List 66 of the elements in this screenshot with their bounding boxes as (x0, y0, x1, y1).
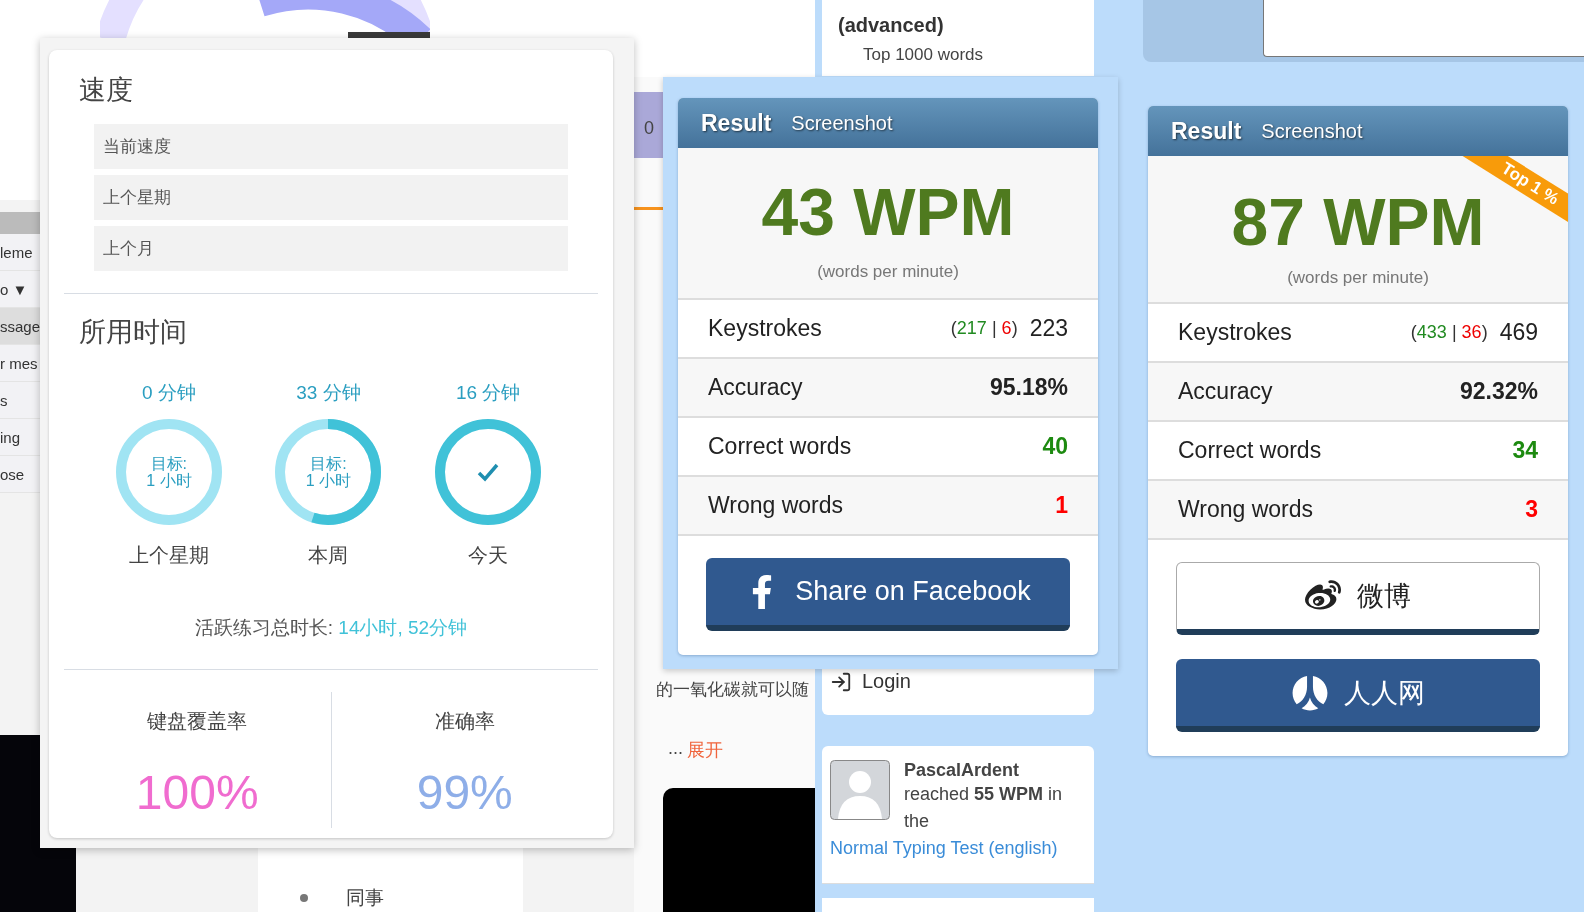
wpm-value: 43 WPM (761, 174, 1015, 250)
minutes-text: 0 分钟 (141, 381, 196, 405)
row-value: 34 (1512, 437, 1538, 464)
minutes-text: 16 分钟 (455, 381, 521, 405)
keystroke-split: (217 | 6) (950, 318, 1018, 339)
sidebar-item[interactable]: ssage (0, 308, 40, 345)
row-label: Correct words (1178, 437, 1322, 464)
wpm-unit: (words per minute) (1287, 268, 1429, 288)
share-button[interactable]: 微博 (1176, 562, 1540, 635)
goal-value: 1 小时 (146, 472, 192, 489)
share-button[interactable]: 人人网 (1176, 659, 1540, 732)
minutes-text: 33 分钟 (296, 381, 361, 405)
speed-item[interactable]: 上个星期 (94, 175, 568, 220)
stat-value: 99% (416, 765, 513, 820)
test-title: (advanced) (838, 14, 945, 37)
row-label: Keystrokes (1178, 319, 1292, 346)
speed-item[interactable]: 上个月 (94, 226, 568, 271)
row-label: Accuracy (1178, 378, 1273, 405)
goal-label: 目标: (150, 455, 188, 472)
user-name: PascalArdent (904, 760, 1021, 781)
goal-value: 1 小时 (305, 472, 352, 489)
row-value: 3 (1525, 496, 1538, 523)
stat-label: 键盘覆盖率 (147, 709, 248, 734)
row-label: Correct words (708, 433, 852, 460)
input-field[interactable] (1263, 0, 1584, 57)
row-value: 469 (1499, 319, 1538, 346)
stat-value: 100% (135, 765, 259, 820)
ring-caption: 上个星期 (128, 543, 209, 568)
test-subtitle: Top 1000 words (862, 45, 985, 65)
keystroke-split: (433 | 36) (1410, 322, 1488, 343)
bullet-icon (300, 894, 308, 902)
counter-text: 0 (643, 117, 655, 139)
row-value: 92.32% (1460, 378, 1538, 405)
row-label: Wrong words (708, 492, 844, 519)
ring-caption: 本周 (308, 543, 349, 568)
section-title: 所用时间 (78, 316, 188, 349)
stat-label: 准确率 (434, 709, 495, 734)
share-button[interactable]: Share on Facebook (706, 558, 1070, 631)
checkmark-icon (476, 462, 501, 482)
ring-caption: 今天 (468, 543, 509, 568)
goal-label: 目标: (310, 455, 347, 472)
renren-icon (1291, 674, 1328, 711)
screenshot-tab[interactable]: Screenshot (1261, 119, 1363, 143)
test-link[interactable]: Normal Typing Test (english) (830, 838, 1058, 858)
sidebar-header (0, 212, 40, 234)
avatar-icon (830, 760, 890, 820)
row-label: Wrong words (1178, 496, 1314, 523)
row-value: 40 (1042, 433, 1068, 460)
list-item-text: 同事 (346, 886, 384, 910)
wpm-value: 87 WPM (1231, 184, 1485, 260)
activity-text: reached 55 WPM in the (904, 783, 1064, 833)
total-time: 活跃练习总时长: 14小时, 52分钟 (193, 616, 469, 640)
login-icon (830, 670, 852, 693)
wpm-unit: (words per minute) (817, 262, 959, 282)
result-title: Result (701, 109, 772, 137)
speed-item[interactable]: 当前速度 (94, 124, 568, 169)
section-title: 速度 (78, 74, 134, 107)
row-value: 223 (1029, 315, 1068, 342)
screenshot-tab[interactable]: Screenshot (791, 111, 893, 135)
ellipsis-text: ... (668, 738, 683, 760)
row-label: Keystrokes (708, 315, 822, 342)
row-value: 95.18% (990, 374, 1068, 401)
row-label: Accuracy (708, 374, 803, 401)
row-value: 1 (1055, 492, 1068, 519)
result-title: Result (1171, 117, 1242, 145)
article-excerpt: 的一氧化碳就可以随 (656, 679, 809, 701)
